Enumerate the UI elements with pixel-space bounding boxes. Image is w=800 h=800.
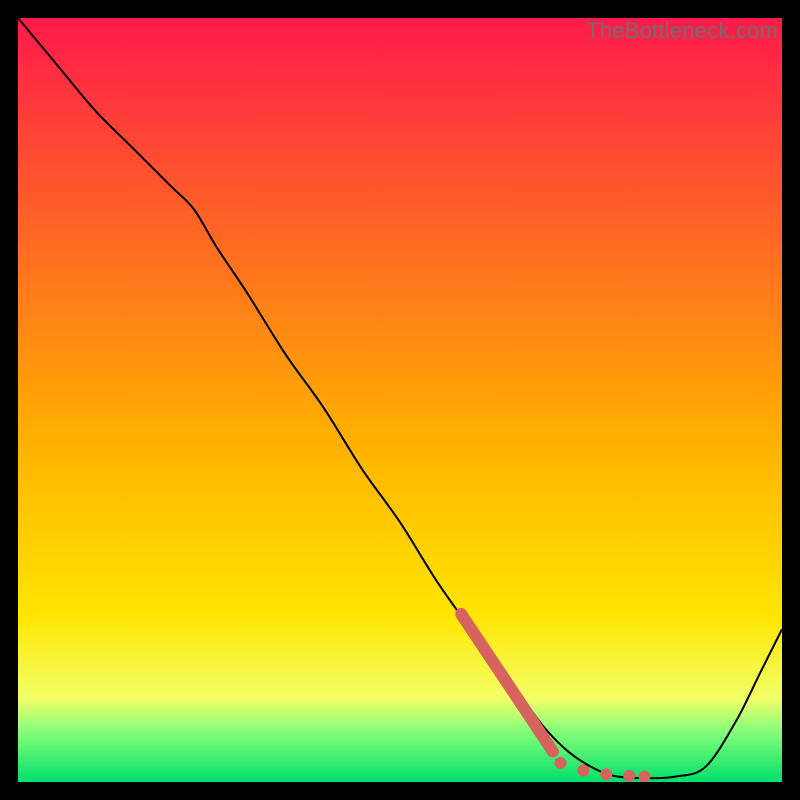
chart-frame: TheBottleneck.com	[18, 18, 782, 782]
highlight-dot	[623, 770, 635, 782]
highlight-dot	[554, 757, 566, 769]
gradient-background	[18, 18, 782, 782]
highlight-dot	[577, 765, 589, 777]
chart-svg	[18, 18, 782, 782]
highlight-dot	[600, 768, 612, 780]
watermark-text: TheBottleneck.com	[586, 18, 778, 44]
